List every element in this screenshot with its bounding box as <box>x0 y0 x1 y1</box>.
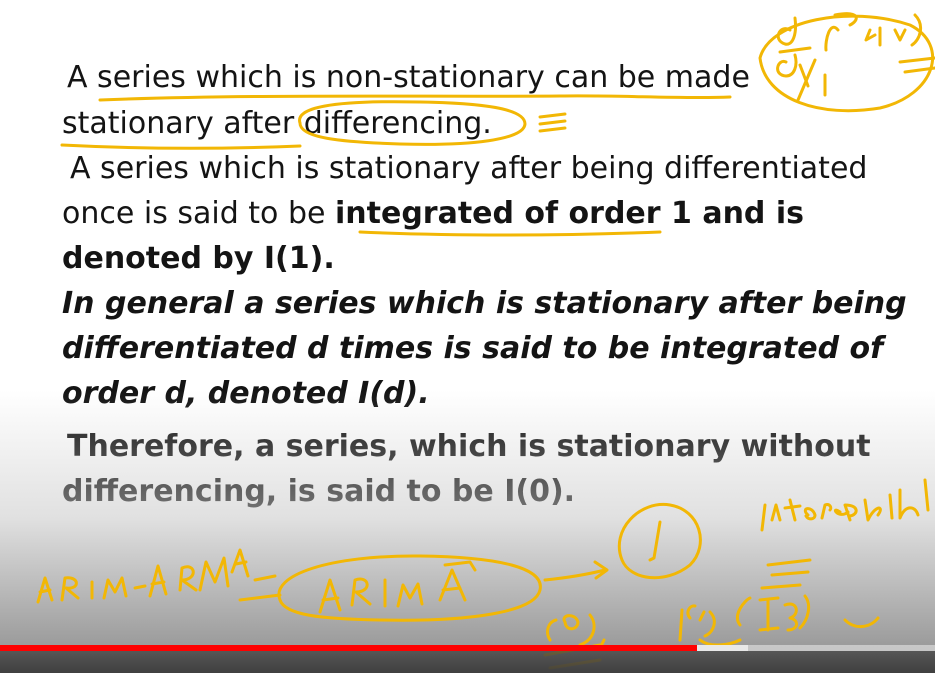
lecture-slide: A series which is non-stationary can be … <box>0 0 935 673</box>
slide-line-7: differentiated d times is said to be int… <box>62 331 884 366</box>
slide-line-9: Therefore, a series, which is stationary… <box>67 429 871 464</box>
video-progress-bar[interactable] <box>0 645 935 651</box>
slide-line-4-bold: integrated of order 1 and is <box>334 196 804 231</box>
slide-line-3: A series which is stationary after being… <box>70 151 868 186</box>
player-control-bar <box>0 651 935 673</box>
slide-line-10: differencing, is said to be I(0). <box>62 474 576 509</box>
slide-line-4-regular: once is said to be <box>62 196 335 231</box>
slide-line-4: once is said to be integrated of order 1… <box>62 196 804 232</box>
slide-line-8: order d, denoted I(d). <box>62 376 430 411</box>
slide-line-1: A series which is non-stationary can be … <box>67 60 750 95</box>
video-progress-fill <box>0 645 697 651</box>
slide-line-5: denoted by I(1). <box>62 241 335 276</box>
slide-line-6: In general a series which is stationary … <box>62 286 907 321</box>
slide-line-2: stationary after differencing. <box>62 106 492 141</box>
